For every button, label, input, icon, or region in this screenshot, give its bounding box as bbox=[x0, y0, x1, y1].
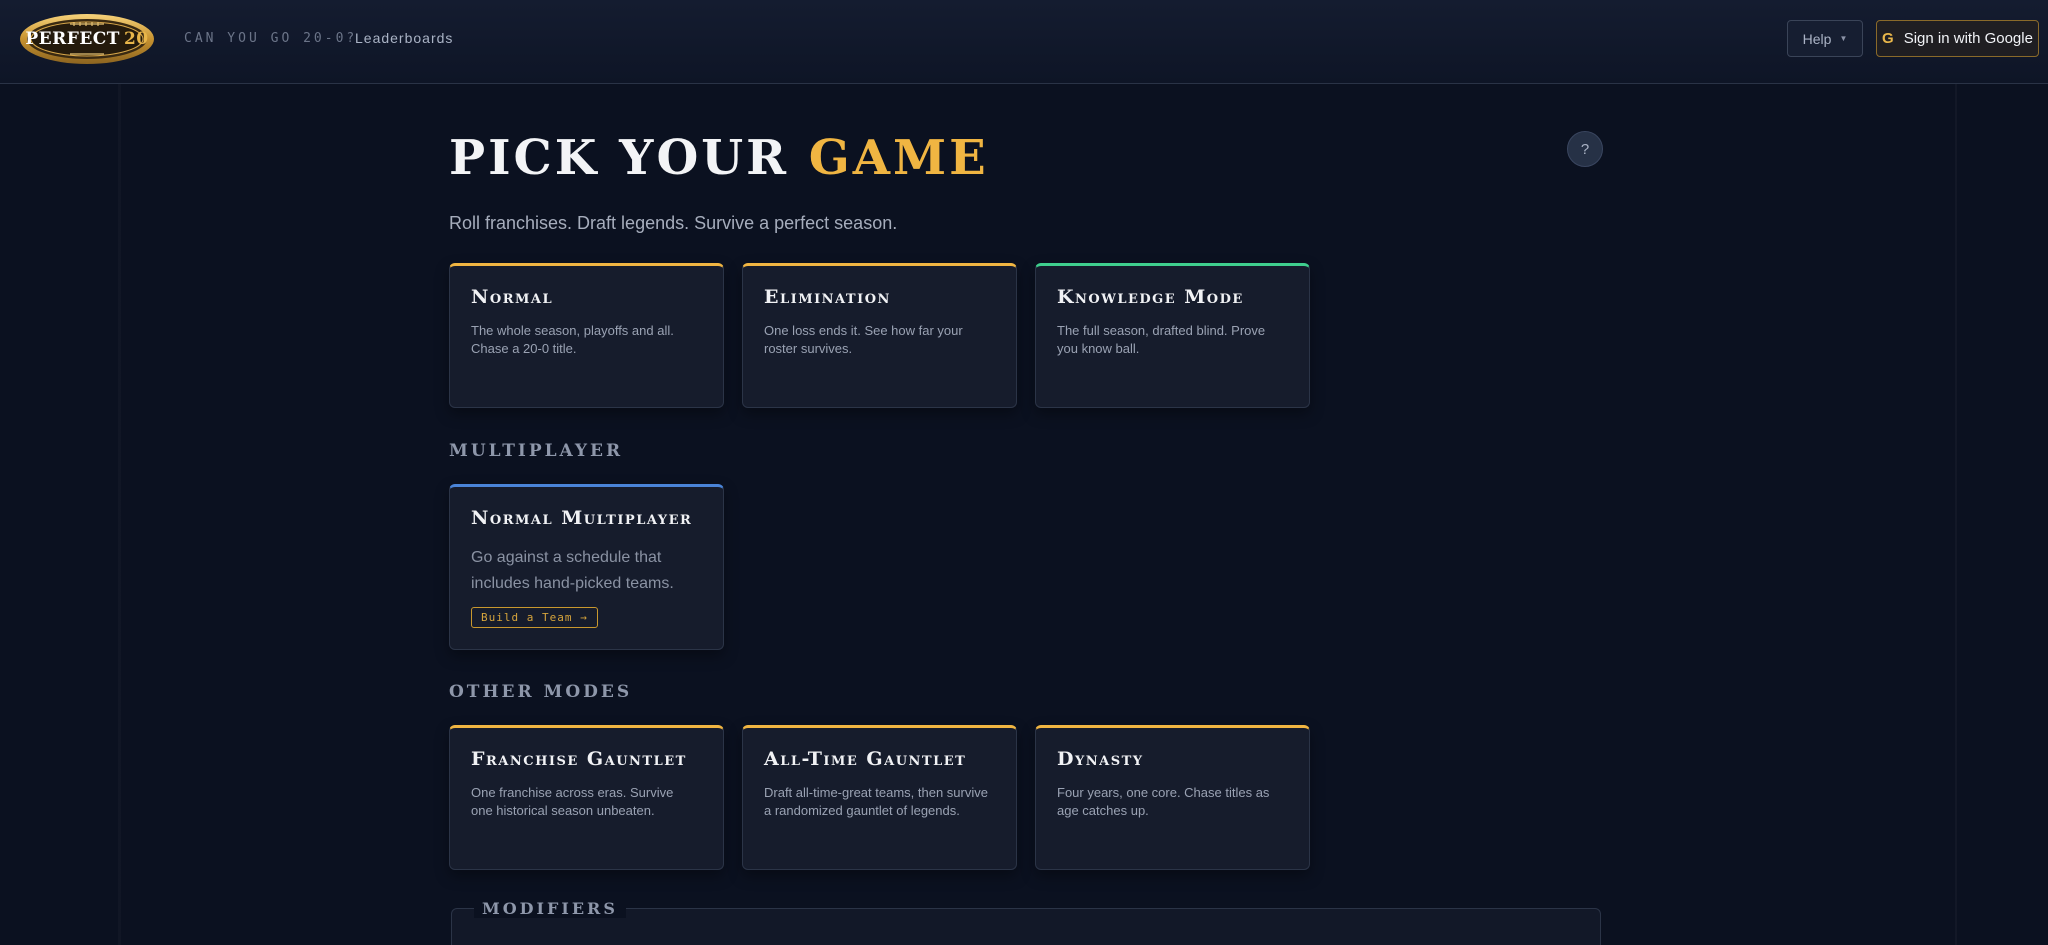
card-description: The full season, drafted blind. Prove yo… bbox=[1057, 323, 1266, 356]
page-title-accent: GAME bbox=[808, 130, 989, 186]
logo[interactable]: PERFECT 20 bbox=[18, 12, 156, 66]
help-label: Help bbox=[1802, 30, 1832, 47]
card-title: Franchise Gauntlet bbox=[471, 748, 687, 770]
mode-card-knowledge[interactable]: Knowledge Mode The full season, drafted … bbox=[1035, 263, 1310, 408]
build-team-button[interactable]: Build a Team → bbox=[471, 607, 598, 628]
card-description: Four years, one core. Chase titles as ag… bbox=[1057, 785, 1270, 818]
card-description: One loss ends it. See how far your roste… bbox=[764, 323, 963, 356]
page-subtitle: Roll franchises. Draft legends. Survive … bbox=[449, 213, 898, 233]
help-dropdown-button[interactable]: Help ▼ bbox=[1787, 20, 1863, 57]
card-title: Elimination bbox=[764, 286, 891, 308]
google-icon: G bbox=[1882, 30, 1894, 47]
page-title: PICK YOUR GAME bbox=[449, 130, 989, 186]
question-icon: ? bbox=[1580, 140, 1590, 158]
card-description: The whole season, playoffs and all. Chas… bbox=[471, 323, 674, 356]
card-title: Dynasty bbox=[1057, 748, 1144, 770]
card-title: All-Time Gauntlet bbox=[764, 748, 967, 770]
section-label-multiplayer: MULTIPLAYER bbox=[449, 441, 624, 461]
card-title: Normal bbox=[471, 286, 554, 308]
card-description: Draft all-time-great teams, then survive… bbox=[764, 785, 988, 818]
card-title: Normal Multiplayer bbox=[471, 507, 693, 529]
mode-card-franchise-gauntlet[interactable]: Franchise Gauntlet One franchise across … bbox=[449, 725, 724, 870]
logo-text: PERFECT 20 bbox=[18, 12, 156, 66]
logo-text-main: PERFECT bbox=[25, 29, 120, 49]
top-header: PERFECT 20 CAN YOU GO 20-0? Leaderboards … bbox=[0, 0, 2048, 84]
logo-text-number: 20 bbox=[123, 29, 149, 49]
page-title-prefix: PICK YOUR bbox=[449, 130, 790, 186]
background-lines bbox=[0, 0, 2048, 945]
card-title: Knowledge Mode bbox=[1057, 286, 1244, 308]
card-description: Go against a schedule that includes hand… bbox=[471, 549, 674, 592]
mode-card-normal[interactable]: Normal The whole season, playoffs and al… bbox=[449, 263, 724, 408]
section-label-other-modes: OTHER MODES bbox=[449, 682, 633, 702]
sign-in-label: Sign in with Google bbox=[1903, 30, 2033, 47]
mode-card-elimination[interactable]: Elimination One loss ends it. See how fa… bbox=[742, 263, 1017, 408]
mode-card-dynasty[interactable]: Dynasty Four years, one core. Chase titl… bbox=[1035, 725, 1310, 870]
sign-in-google-button[interactable]: G Sign in with Google bbox=[1876, 20, 2039, 57]
chevron-down-icon: ▼ bbox=[1839, 34, 1848, 43]
mode-card-normal-multiplayer[interactable]: Normal Multiplayer Go against a schedule… bbox=[449, 484, 724, 650]
help-circle-button[interactable]: ? bbox=[1567, 131, 1603, 167]
nav-leaderboards[interactable]: Leaderboards bbox=[355, 30, 453, 46]
tagline: CAN YOU GO 20-0? bbox=[184, 31, 358, 46]
modifiers-label: MODIFIERS bbox=[474, 899, 626, 918]
card-description: One franchise across eras. Survive one h… bbox=[471, 785, 674, 818]
mode-card-all-time-gauntlet[interactable]: All-Time Gauntlet Draft all-time-great t… bbox=[742, 725, 1017, 870]
